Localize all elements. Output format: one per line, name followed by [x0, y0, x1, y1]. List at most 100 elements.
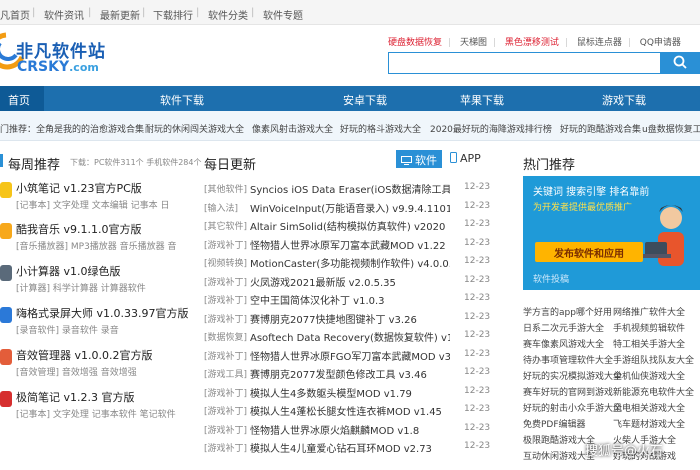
hot-link[interactable]: 单机仙侠游戏大全 — [613, 369, 685, 382]
nav-android-download[interactable]: 安卓下载 — [343, 92, 387, 108]
hot-topic-link[interactable]: 耐玩的休闲闯关游戏大全 — [145, 122, 244, 135]
quick-link[interactable]: QQ申请器 — [640, 35, 681, 48]
update-category[interactable]: [游戏补丁] — [204, 386, 247, 399]
topnav-home-link[interactable]: 凡首页 — [0, 7, 30, 22]
quick-link[interactable]: 黑色漂移测试 — [505, 35, 559, 48]
topnav-ranking-link[interactable]: 下载排行 — [153, 7, 193, 22]
nav-home-label[interactable]: 首页 — [8, 92, 30, 108]
update-title[interactable]: 模拟人生4儿童爱心钻石耳环MOD v2.73 — [250, 440, 450, 455]
update-category[interactable]: [游戏补丁] — [204, 238, 247, 251]
update-list-item[interactable]: [游戏补丁] 模拟人生4多数躯头模型MOD v1.79 12-23 — [200, 384, 496, 401]
app-name[interactable]: 音效管理器 v1.0.0.2官方版 — [16, 347, 153, 363]
app-name[interactable]: 极简笔记 v1.2.3 官方版 — [16, 389, 135, 405]
topnav-category-link[interactable]: 软件分类 — [208, 7, 248, 22]
update-title[interactable]: 模拟人生4多数躯头模型MOD v1.79 — [250, 385, 450, 400]
update-list-item[interactable]: [游戏补丁] 模拟人生4蓬松长腿女性连衣裤MOD v1.45 12-23 — [200, 402, 496, 419]
promo-banner[interactable]: 关键词 搜索引擎 排名靠前 为开发者提供最优质推广 发布软件和应用 软件投稿 — [523, 176, 700, 290]
update-list-item[interactable]: [游戏补丁] 空中王国简体汉化补丁 v1.0.3 12-23 — [200, 291, 496, 308]
update-category[interactable]: [游戏补丁] — [204, 404, 247, 417]
publish-software-button[interactable]: 发布软件和应用 — [535, 242, 643, 262]
update-title[interactable]: Syncios iOS Data Eraser(iOS数据清除工具) v1.1.… — [250, 181, 450, 196]
quick-link[interactable]: 天梯图 — [460, 35, 487, 48]
app-name[interactable]: 酷我音乐 v9.1.1.0官方版 — [16, 221, 142, 237]
hot-topic-link[interactable]: 门推荐：全角是我的的治愈游戏合集 — [0, 122, 144, 135]
update-title[interactable]: 怪物猎人世界冰原军刀富本武藏MOD v1.22 — [250, 237, 450, 252]
update-category[interactable]: [游戏补丁] — [204, 312, 247, 325]
recommended-app-item[interactable]: 小计算器 v1.0绿色版 [计算器] 科学计算器 计算器软件 — [0, 263, 196, 303]
hot-link[interactable]: 好玩的实况模拟游戏大全 — [523, 369, 622, 382]
update-title[interactable]: 怪物猎人世界冰原火焰麒麟MOD v1.8 — [250, 422, 450, 437]
hot-link[interactable]: 待办事项管理软件大全 — [523, 353, 613, 366]
hot-link[interactable]: 免费PDF编辑器 — [523, 417, 586, 430]
update-title[interactable]: 模拟人生4蓬松长腿女性连衣裤MOD v1.45 — [250, 403, 450, 418]
update-list-item[interactable]: [游戏补丁] 怪物猎人世界冰原FGO军刀富本武藏MOD v3.67 12-23 — [200, 347, 496, 364]
hot-link[interactable]: 网络推广软件大全 — [613, 305, 685, 318]
update-title[interactable]: Asoftech Data Recovery(数据恢复软件) v1.18 — [250, 329, 450, 344]
quick-link[interactable]: 鼠标连点器 — [577, 35, 622, 48]
topnav-latest-link[interactable]: 最新更新 — [100, 7, 140, 22]
hot-topic-link[interactable]: u盘数据恢复工 — [642, 122, 700, 135]
update-list-item[interactable]: [游戏补丁] 怪物猎人世界冰原火焰麒麟MOD v1.8 12-23 — [200, 421, 496, 438]
update-category[interactable]: [输入法] — [204, 201, 238, 214]
tab-software[interactable]: 软件 — [396, 150, 442, 168]
app-name[interactable]: 小筑笔记 v1.23官方PC版 — [16, 180, 142, 196]
recommended-app-item[interactable]: 音效管理器 v1.0.0.2官方版 [音效管理] 音效增强 音效增强 — [0, 347, 196, 387]
update-list-item[interactable]: [其他软件] Syncios iOS Data Eraser(iOS数据清除工具)… — [200, 180, 496, 197]
update-title[interactable]: 火凤游戏2021最新版 v2.0.5.35 — [250, 274, 450, 289]
app-name[interactable]: 嗨格式录屏大师 v1.0.33.97官方版 — [16, 305, 189, 321]
update-category[interactable]: [数据恢复] — [204, 330, 247, 343]
update-title[interactable]: 赛博朋克2077发型颜色修改工具 v3.46 — [250, 366, 450, 381]
search-input[interactable] — [388, 52, 660, 74]
update-category[interactable]: [游戏补丁] — [204, 349, 247, 362]
hot-link[interactable]: 日系二次元手游大全 — [523, 321, 604, 334]
hot-link[interactable]: 手游组队找队友大全 — [613, 353, 694, 366]
update-list-item[interactable]: [输入法] WinVoiceInput(万能语音录入) v9.9.4.11017 1… — [200, 199, 496, 216]
update-list-item[interactable]: [数据恢复] Asoftech Data Recovery(数据恢复软件) v1.… — [200, 328, 496, 345]
update-title[interactable]: Altair SimSolid(结构模拟仿真软件) v2020 — [250, 218, 450, 233]
update-list-item[interactable]: [游戏补丁] 怪物猎人世界冰原军刀富本武藏MOD v1.22 12-23 — [200, 236, 496, 253]
recommended-app-item[interactable]: 极简笔记 v1.2.3 官方版 [记事本] 文字处理 记事本软件 笔记软件 — [0, 389, 196, 429]
hot-link[interactable]: 飞车题材游戏大全 — [613, 417, 685, 430]
app-name[interactable]: 小计算器 v1.0绿色版 — [16, 263, 121, 279]
logo-subtitle[interactable]: CRSKY.com — [17, 59, 99, 75]
update-category[interactable]: [视频转换] — [204, 256, 247, 269]
update-category[interactable]: [游戏工具] — [204, 367, 247, 380]
update-list-item[interactable]: [游戏补丁] 模拟人生4儿童爱心钻石耳环MOD v2.73 12-23 — [200, 439, 496, 456]
hot-link[interactable]: 手机视频剪辑软件 — [613, 321, 685, 334]
nav-software-download[interactable]: 软件下载 — [160, 92, 204, 108]
update-list-item[interactable]: [其它软件] Altair SimSolid(结构模拟仿真软件) v2020 12-… — [200, 217, 496, 234]
update-category[interactable]: [游戏补丁] — [204, 275, 247, 288]
update-title[interactable]: WinVoiceInput(万能语音录入) v9.9.4.11017 — [250, 200, 450, 215]
hot-topic-link[interactable]: 好玩的格斗游戏大全 — [340, 122, 421, 135]
hot-link[interactable]: 好玩的射击小众手游大全 — [523, 401, 622, 414]
topnav-news-link[interactable]: 软件资讯 — [44, 7, 84, 22]
hot-link[interactable]: 赛车好玩的官网到游戏 — [523, 385, 613, 398]
hot-topic-link[interactable]: 像素风射击游戏大全 — [252, 122, 333, 135]
tab-app[interactable]: APP — [450, 152, 481, 165]
topnav-topics-link[interactable]: 软件专题 — [263, 7, 303, 22]
search-button[interactable] — [660, 52, 700, 74]
hot-link[interactable]: 赛车像素风游戏大全 — [523, 337, 604, 350]
update-category[interactable]: [其他软件] — [204, 182, 247, 195]
update-title[interactable]: MotionCaster(多功能视频制作软件) v4.0.0.11019 — [250, 255, 450, 270]
quick-link[interactable]: 硬盘数据恢复 — [388, 35, 442, 48]
hot-topic-link[interactable]: 2020最好玩的海降游戏排行榜 — [430, 122, 552, 135]
nav-game-download[interactable]: 游戏下载 — [602, 92, 646, 108]
hot-link[interactable]: 学方言的app哪个好用 — [523, 305, 612, 318]
update-category[interactable]: [游戏补丁] — [204, 423, 247, 436]
recommended-app-item[interactable]: 酷我音乐 v9.1.1.0官方版 [音乐播放器] MP3播放器 音乐播放器 音 — [0, 221, 196, 261]
update-category[interactable]: [游戏补丁] — [204, 441, 247, 454]
update-category[interactable]: [其它软件] — [204, 219, 247, 232]
hot-link[interactable]: 特工相关手游大全 — [613, 337, 685, 350]
nav-apple-download[interactable]: 苹果下载 — [460, 92, 504, 108]
update-title[interactable]: 空中王国简体汉化补丁 v1.0.3 — [250, 292, 450, 307]
update-list-item[interactable]: [游戏补丁] 赛博朋克2077快捷地图键补丁 v3.26 12-23 — [200, 310, 496, 327]
recommended-app-item[interactable]: 小筑笔记 v1.23官方PC版 [记事本] 文字处理 文本编辑 记事本 日 — [0, 180, 196, 220]
update-category[interactable]: [游戏补丁] — [204, 293, 247, 306]
update-list-item[interactable]: [游戏工具] 赛博朋克2077发型颜色修改工具 v3.46 12-23 — [200, 365, 496, 382]
hot-link[interactable]: 新能源充电软件大全 — [613, 385, 694, 398]
update-title[interactable]: 赛博朋克2077快捷地图键补丁 v3.26 — [250, 311, 450, 326]
update-list-item[interactable]: [游戏补丁] 火凤游戏2021最新版 v2.0.5.35 12-23 — [200, 273, 496, 290]
hot-topic-link[interactable]: 好玩的跑酷游戏合集 — [560, 122, 641, 135]
update-title[interactable]: 怪物猎人世界冰原FGO军刀富本武藏MOD v3.67 — [250, 348, 450, 363]
